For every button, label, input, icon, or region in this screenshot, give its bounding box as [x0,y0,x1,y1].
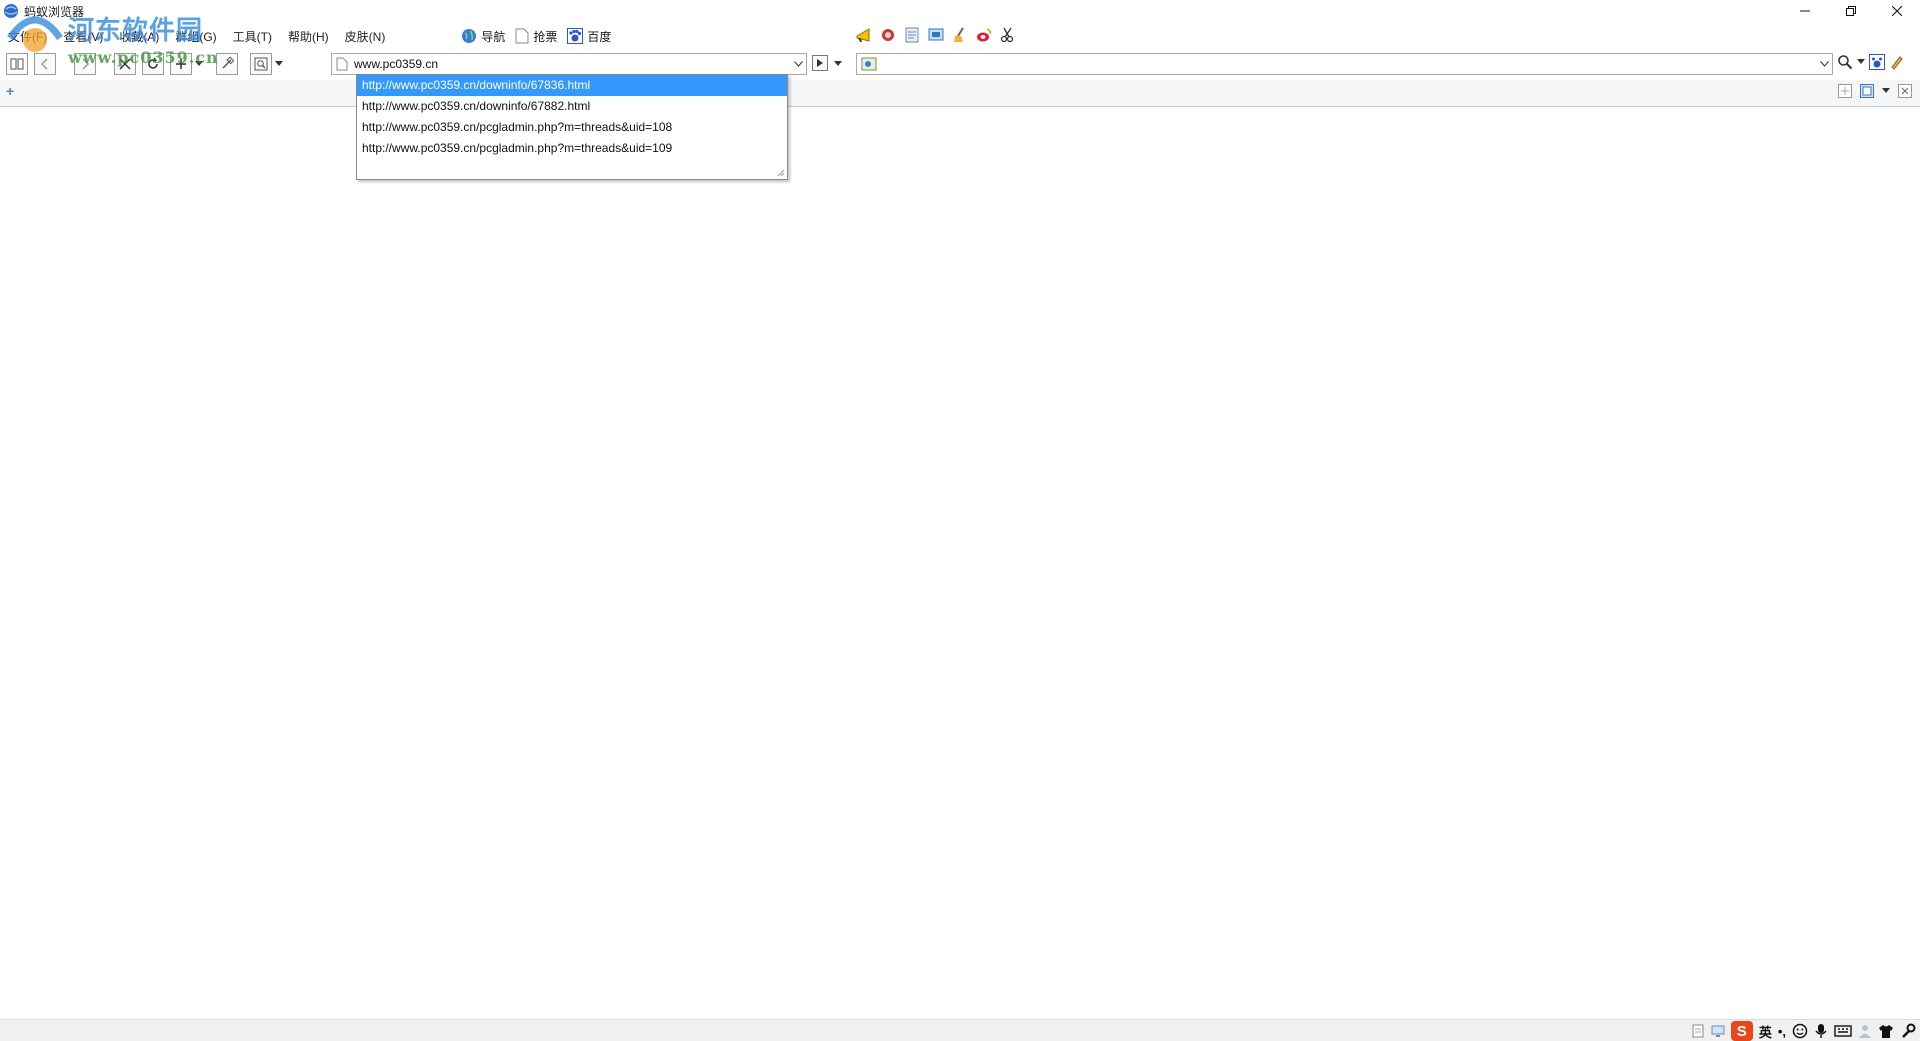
minimize-button[interactable] [1782,0,1828,22]
app-globe-icon [4,4,18,18]
quicklink-label: 百度 [587,29,612,44]
notes-icon[interactable] [903,26,921,44]
autocomplete-item[interactable]: http://www.pc0359.cn/downinfo/67836.html [357,75,787,96]
sogou-ime-logo[interactable]: S [1730,1021,1753,1041]
page-icon [336,57,348,71]
baidu-icon[interactable] [1869,54,1885,70]
status-bar: S 英 •, [0,1019,1920,1041]
home-button[interactable] [6,53,28,75]
caret-down-icon [195,61,203,66]
link-icon [222,57,234,69]
quicklink-label: 导航 [481,29,506,44]
book-icon [10,58,24,70]
status-tray: S 英 •, [1691,1021,1916,1041]
ime-punct-indicator[interactable]: •, [1778,1024,1786,1039]
tab-bar: + [0,80,1920,107]
restore-icon [1846,6,1856,16]
title-bar: 蚂蚁浏览器 [0,0,1920,22]
search-input[interactable] [881,54,1816,74]
close-button[interactable] [1874,0,1920,22]
search-actions [1837,54,1905,70]
refresh-icon [148,57,158,69]
chevron-down-icon [793,61,803,67]
zoom-page-icon [254,57,268,71]
address-autocomplete: http://www.pc0359.cn/downinfo/67836.html… [356,74,788,180]
forward-icon [82,58,90,70]
tab-list-icon[interactable] [1838,84,1852,98]
monitor-icon[interactable] [1711,1024,1725,1038]
window-title: 蚂蚁浏览器 [24,4,85,19]
user-icon[interactable] [1858,1023,1872,1039]
address-history-dropdown[interactable] [790,61,806,67]
menu-help[interactable]: 帮助(H) [280,28,337,45]
microphone-icon[interactable] [1814,1023,1828,1039]
search-bar [856,53,1833,75]
ime-mode-indicator[interactable]: 英 [1759,1022,1772,1041]
minimize-icon [1800,10,1810,12]
search-engine-icon[interactable] [861,56,877,72]
back-button[interactable] [34,53,56,75]
page-content [0,107,1920,1019]
plugin-toolbar [855,26,1017,44]
new-tab-button[interactable] [170,53,192,75]
wrench-icon[interactable] [1900,1023,1916,1039]
go-dropdown[interactable] [834,55,842,71]
document-icon[interactable] [1691,1024,1705,1038]
autocomplete-item[interactable]: http://www.pc0359.cn/pcgladmin.php?m=thr… [357,138,787,159]
menu-groups[interactable]: 群组(G) [167,28,224,45]
address-bar [331,53,807,75]
forward-button[interactable] [74,53,96,75]
autocomplete-item[interactable]: http://www.pc0359.cn/pcgladmin.php?m=thr… [357,117,787,138]
broom-icon[interactable] [951,26,969,44]
go-button[interactable] [812,55,828,71]
tab-bar-controls [1838,84,1912,98]
restore-button[interactable] [1828,0,1874,22]
plus-icon [176,59,186,69]
bug-icon[interactable] [879,26,897,44]
page-icon [515,28,529,44]
stop-icon [119,58,131,70]
keyboard-icon[interactable] [1834,1024,1852,1038]
close-tab-icon[interactable] [1898,84,1912,98]
zoom-dropdown[interactable] [274,53,284,75]
zoom-button[interactable] [250,53,272,75]
scissors-icon[interactable] [999,26,1017,44]
window-controls [1782,0,1920,22]
close-icon [1892,6,1902,16]
menu-view[interactable]: 查看(V) [55,28,111,45]
menu-tools[interactable]: 工具(T) [225,28,280,45]
chevron-down-icon [1819,61,1829,67]
menu-file[interactable]: 文件(F) [0,28,55,45]
menu-favorites[interactable]: 收藏(A) [111,28,167,45]
add-tab-button[interactable]: + [6,83,14,99]
caret-down-icon[interactable] [1882,88,1890,94]
refresh-button[interactable] [142,53,164,75]
pencil-icon[interactable] [1889,54,1905,70]
globe-icon [462,29,477,43]
megaphone-icon[interactable] [855,26,873,44]
quicklink-navigation[interactable]: 导航 [461,28,505,45]
shirt-icon[interactable] [1878,1023,1894,1039]
weibo-icon[interactable] [975,26,993,44]
resize-grip-icon[interactable] [775,167,785,177]
back-icon [40,58,48,70]
autocomplete-item[interactable]: http://www.pc0359.cn/downinfo/67882.html [357,96,787,117]
search-icon[interactable] [1837,54,1853,70]
stop-button[interactable] [114,53,136,75]
baidu-icon [567,28,584,44]
quicklink-label: 抢票 [533,29,558,44]
window-layout-icon[interactable] [1860,84,1874,98]
link-button[interactable] [216,53,238,75]
menu-skin[interactable]: 皮肤(N) [337,28,394,45]
smiley-icon[interactable] [1792,1023,1808,1039]
screenshot-icon[interactable] [927,26,945,44]
quicklink-baidu[interactable]: 百度 [567,28,611,45]
caret-down-icon[interactable] [1857,59,1865,65]
address-input[interactable] [352,55,790,73]
quicklink-tickets[interactable]: 抢票 [515,28,557,45]
caret-down-icon [275,61,283,66]
search-history-dropdown[interactable] [1816,61,1832,67]
new-tab-dropdown[interactable] [194,53,204,75]
